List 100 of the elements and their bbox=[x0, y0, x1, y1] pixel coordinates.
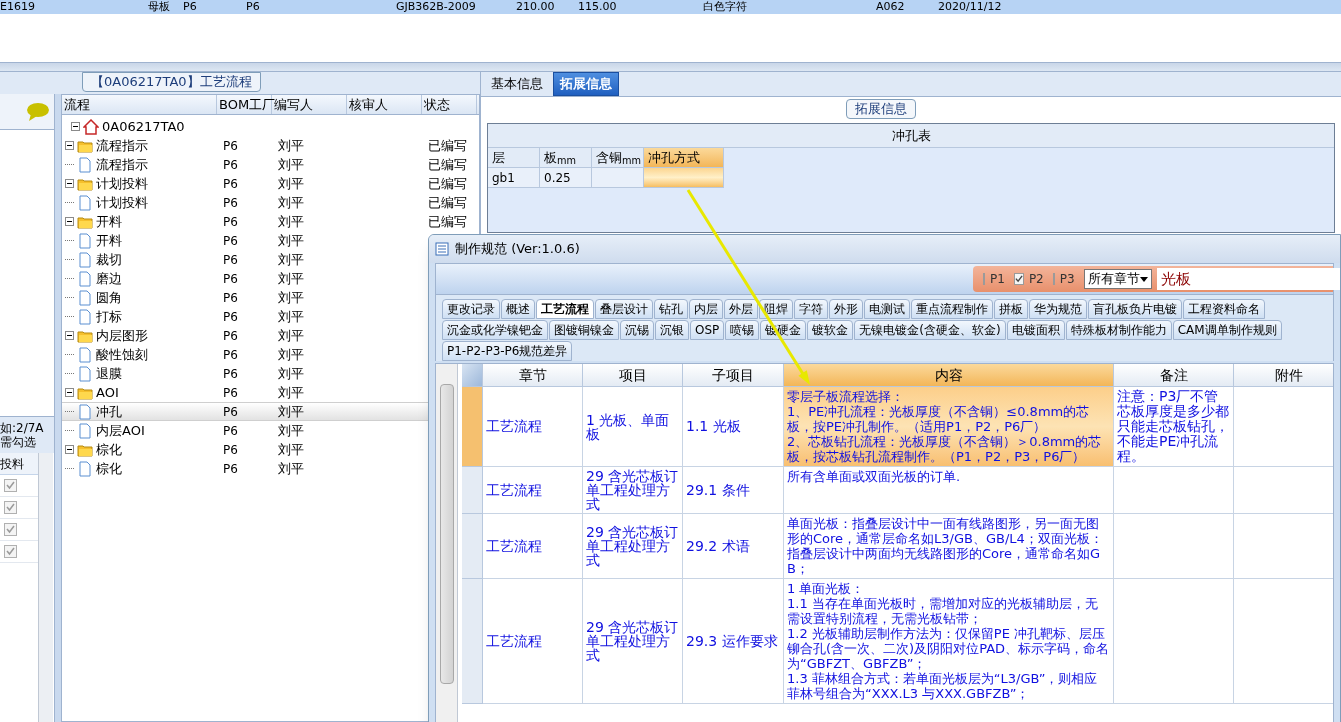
tree-item[interactable]: 计划投料 bbox=[62, 174, 217, 193]
column-header[interactable]: 子项目 bbox=[683, 364, 784, 387]
search-field[interactable]: 光板 bbox=[1156, 268, 1340, 290]
tab[interactable]: 华为规范 bbox=[1029, 299, 1087, 319]
speech-bubble-icon[interactable] bbox=[26, 101, 50, 122]
tree-item[interactable]: 内层图形 bbox=[62, 326, 217, 345]
tree-item[interactable]: 棕化 bbox=[62, 459, 217, 478]
collapse-toggle[interactable] bbox=[65, 331, 74, 340]
tab[interactable]: 概述 bbox=[501, 299, 535, 319]
table-cell[interactable] bbox=[592, 168, 644, 188]
row-header[interactable] bbox=[462, 514, 483, 579]
tab[interactable]: 盲孔板负片电镀 bbox=[1088, 299, 1182, 319]
tab[interactable]: 沉金或化学镍钯金 bbox=[442, 320, 548, 340]
tab[interactable]: 沉锡 bbox=[620, 320, 654, 340]
column-header[interactable]: 层 bbox=[488, 148, 540, 168]
tree-item[interactable]: 冲孔 bbox=[62, 403, 217, 420]
tab[interactable]: 沉银 bbox=[655, 320, 689, 340]
table-cell: 29.3 运作要求 bbox=[686, 633, 778, 649]
tab[interactable]: 特殊板材制作能力 bbox=[1065, 320, 1172, 340]
tab[interactable]: 外形 bbox=[829, 299, 863, 319]
table-cell: P6 bbox=[223, 271, 238, 286]
table-cell[interactable]: gb1 bbox=[488, 168, 540, 188]
checkbox[interactable] bbox=[4, 501, 17, 514]
tree-label: 开料 bbox=[96, 212, 122, 231]
tab[interactable]: 喷锡 bbox=[725, 320, 760, 340]
collapse-toggle[interactable] bbox=[71, 122, 80, 131]
tab[interactable]: 内层 bbox=[689, 299, 723, 319]
tab[interactable]: 外层 bbox=[724, 299, 758, 319]
tree-label: 酸性蚀刻 bbox=[96, 345, 148, 364]
splitter-bar[interactable] bbox=[0, 62, 1341, 72]
row-header[interactable] bbox=[462, 467, 483, 514]
checkbox[interactable] bbox=[4, 545, 17, 558]
tab[interactable]: 叠层设计 bbox=[595, 299, 653, 319]
table-cell: 刘平 bbox=[278, 156, 304, 172]
tab[interactable]: 更改记录 bbox=[442, 299, 500, 319]
scrollbar[interactable] bbox=[436, 364, 458, 722]
tab[interactable]: CAM调单制作规则 bbox=[1172, 320, 1282, 340]
tab[interactable]: 重点流程制作 bbox=[911, 299, 993, 319]
tab[interactable]: 电镀面积 bbox=[1006, 320, 1065, 340]
select-all-corner[interactable] bbox=[462, 364, 483, 387]
tab[interactable]: OSP bbox=[690, 320, 725, 340]
tab[interactable]: 拼板 bbox=[994, 299, 1028, 319]
tree-item[interactable]: 退膜 bbox=[62, 364, 217, 383]
tree-item[interactable]: 棕化 bbox=[62, 440, 217, 459]
tree-label: 内层AOI bbox=[96, 421, 145, 440]
collapse-toggle[interactable] bbox=[65, 179, 74, 188]
row-header[interactable] bbox=[462, 579, 483, 704]
tab[interactable]: 镀软金 bbox=[807, 320, 854, 340]
column-header[interactable]: 内容 bbox=[784, 364, 1114, 387]
tree-item[interactable]: 磨边 bbox=[62, 269, 217, 288]
column-header[interactable]: 附件 bbox=[1234, 364, 1333, 387]
tree-item[interactable]: AOI bbox=[62, 383, 217, 402]
tree-item[interactable]: 0A06217TA0 bbox=[62, 117, 217, 136]
checkbox[interactable] bbox=[1013, 273, 1024, 285]
column-header[interactable]: 备注 bbox=[1114, 364, 1234, 387]
tab[interactable]: 电测试 bbox=[864, 299, 910, 319]
tab[interactable]: 无镍电镀金(含硬金、软金) bbox=[854, 320, 1006, 340]
tree-item[interactable]: 打标 bbox=[62, 307, 217, 326]
tab[interactable]: P1-P2-P3-P6规范差异 bbox=[442, 341, 573, 361]
tab[interactable]: 基本信息 bbox=[485, 72, 549, 96]
tree-item[interactable]: 流程指示 bbox=[62, 136, 217, 155]
tab[interactable]: 工程资料命名 bbox=[1183, 299, 1265, 319]
checkbox[interactable] bbox=[4, 479, 17, 492]
scrollbar[interactable] bbox=[38, 453, 53, 722]
tree-item[interactable]: 开料 bbox=[62, 212, 217, 231]
selected-cell[interactable] bbox=[644, 168, 724, 188]
collapse-toggle[interactable] bbox=[65, 388, 74, 397]
document-icon bbox=[77, 460, 93, 477]
tab[interactable]: 字符 bbox=[794, 299, 828, 319]
column-header[interactable]: 核审人 bbox=[347, 95, 422, 114]
tree-item[interactable]: 酸性蚀刻 bbox=[62, 345, 217, 364]
tab[interactable]: 工艺流程 bbox=[536, 299, 594, 319]
column-header[interactable]: 状态 bbox=[422, 95, 477, 114]
column-header[interactable]: 板$_{mm}$ bbox=[540, 148, 592, 168]
tab[interactable]: 拓展信息 bbox=[553, 72, 619, 96]
tree-item[interactable]: 圆角 bbox=[62, 288, 217, 307]
column-header[interactable]: 章节 bbox=[483, 364, 583, 387]
table-cell: 1 单面光板： 1.1 当存在单面光板时，需增加对应的光板辅助层，无需设置特别流程，无需光板钻带； 1.2 光板辅助层制作方法为：仅保留PE 冲孔靶标、层压铆合孔(含一次、二次)及阴阳对位PAD、标示字码，命名为“GBFZT、GBFZB”； 1.3 菲林组合方式：若单面光板层为“L3/GB”，则相应菲林号组合为“XXX.L3 与XXX.GBFZB”； bbox=[787, 581, 1110, 701]
column-header[interactable]: 冲孔方式 bbox=[644, 148, 724, 168]
column-header[interactable]: 编写人 bbox=[272, 95, 347, 114]
column-header[interactable]: 流程 bbox=[62, 95, 217, 114]
chapter-dropdown[interactable]: 所有章节 bbox=[1083, 269, 1152, 289]
checkbox[interactable] bbox=[4, 523, 17, 536]
tree-item[interactable]: 裁切 bbox=[62, 250, 217, 269]
checkbox[interactable] bbox=[1052, 273, 1055, 285]
tree-item[interactable]: 内层AOI bbox=[62, 421, 217, 440]
tree-label: 开料 bbox=[96, 231, 122, 250]
tree-item[interactable]: 流程指示 bbox=[62, 155, 217, 174]
column-header[interactable]: 项目 bbox=[583, 364, 683, 387]
column-header[interactable]: 含铜$_{mm}$ bbox=[592, 148, 644, 168]
collapse-toggle[interactable] bbox=[65, 141, 74, 150]
collapse-toggle[interactable] bbox=[65, 445, 74, 454]
tab[interactable]: 图镀铜镍金 bbox=[549, 320, 619, 340]
table-cell: 29 含光芯板订单工程处理方式 bbox=[586, 469, 679, 511]
document-icon bbox=[77, 403, 93, 420]
tab[interactable]: 钻孔 bbox=[654, 299, 688, 319]
tree-item[interactable]: 计划投料 bbox=[62, 193, 217, 212]
table-cell[interactable]: 0.25 bbox=[540, 168, 592, 188]
tree-item[interactable]: 开料 bbox=[62, 231, 217, 250]
collapse-toggle[interactable] bbox=[65, 217, 74, 226]
